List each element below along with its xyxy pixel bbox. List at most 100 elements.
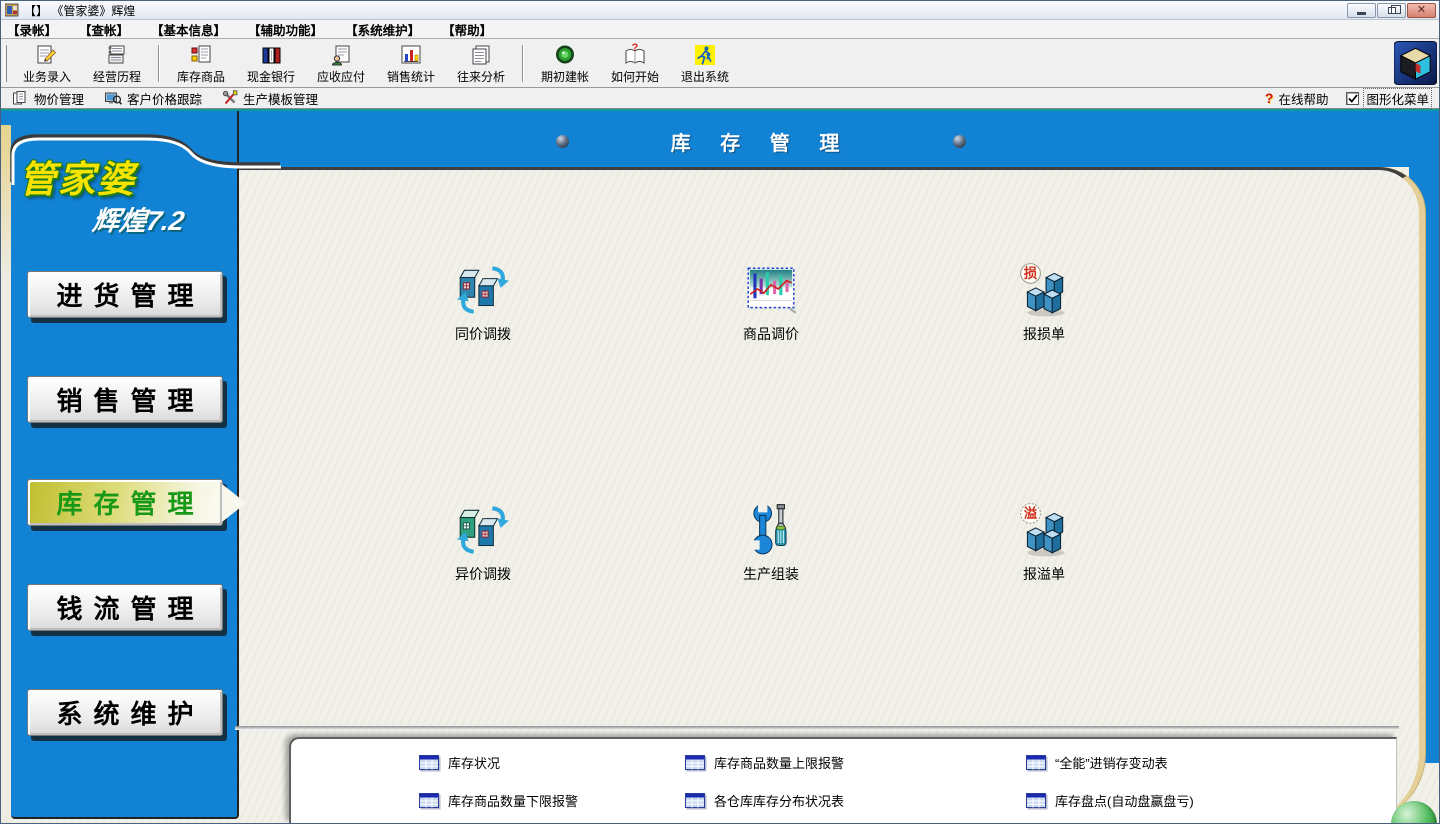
menu-basic-info[interactable]: 【基本信息】 xyxy=(151,20,226,39)
report-lower-limit-alarm[interactable]: 库存商品数量下限报警 xyxy=(419,791,578,810)
sidebar-item-purchase[interactable]: 进货管理 xyxy=(27,271,223,318)
svg-text:溢: 溢 xyxy=(1024,505,1038,521)
minimize-button[interactable] xyxy=(1347,3,1376,18)
shortcut-label: 异价调拨 xyxy=(455,564,511,584)
menu-aux-functions[interactable]: 【辅助功能】 xyxy=(248,20,323,39)
shortcut-label: 同价调拨 xyxy=(455,324,511,344)
sales-chart-icon xyxy=(399,43,423,67)
report-inventory-status[interactable]: 库存状况 xyxy=(419,753,500,772)
toolbar-business-history[interactable]: 经营历程 xyxy=(82,41,152,86)
report-label: 库存商品数量下限报警 xyxy=(448,791,578,810)
table-icon xyxy=(419,755,439,770)
toolbar-cash-bank[interactable]: 现金银行 xyxy=(236,41,306,86)
svg-text:?: ? xyxy=(632,43,639,54)
window-title: 【】 《管家婆》辉煌 xyxy=(24,2,135,19)
menu-system-maintenance[interactable]: 【系统维护】 xyxy=(345,20,420,39)
left-edge-strip xyxy=(1,125,11,823)
tools-icon xyxy=(222,90,238,106)
online-help[interactable]: ? 在线帮助 xyxy=(1265,89,1329,108)
toolbar-label: 期初建帐 xyxy=(541,68,589,85)
report-label: 库存状况 xyxy=(448,753,500,772)
svg-text:损: 损 xyxy=(1024,265,1038,281)
toolbar-label: 物价管理 xyxy=(34,89,84,108)
report-label: 各仓库库存分布状况表 xyxy=(714,791,844,810)
menu-query[interactable]: 【查帐】 xyxy=(79,20,129,39)
exit-runner-icon xyxy=(693,43,717,67)
monitor-magnifier-icon xyxy=(104,90,122,106)
table-icon xyxy=(419,793,439,808)
table-icon xyxy=(1026,793,1046,808)
report-label: 库存盘点(自动盘赢盘亏) xyxy=(1055,791,1194,810)
report-stocktaking[interactable]: 库存盘点(自动盘赢盘亏) xyxy=(1026,791,1194,810)
shortcut-label: 生产组装 xyxy=(743,564,799,584)
toolbar-label: 业务录入 xyxy=(23,68,71,85)
restore-button[interactable] xyxy=(1377,3,1406,18)
cash-bank-icon xyxy=(259,43,283,67)
toolbar-business-entry[interactable]: 业务录入 xyxy=(12,41,82,86)
shortcut-production-assembly[interactable]: 生产组装 xyxy=(696,501,846,584)
table-icon xyxy=(1026,755,1046,770)
toolbar-sales-stats[interactable]: 销售统计 xyxy=(376,41,446,86)
shortcut-same-price-transfer[interactable]: 同价调拨 xyxy=(408,261,558,344)
shortcut-loss-report[interactable]: 损 报损单 xyxy=(969,261,1119,344)
toolbar-how-to-start[interactable]: ? 如何开始 xyxy=(600,41,670,86)
close-button[interactable]: ✕ xyxy=(1407,3,1436,18)
page-title: 库 存 管 理 xyxy=(671,127,852,156)
report-label: “全能”进销存变动表 xyxy=(1055,753,1168,772)
main-area: 库 存 管 理 管家婆 辉煌7.2 进货管理 销售管理 库存管理 钱流管理 系统… xyxy=(1,109,1439,823)
toolbar-separator xyxy=(522,45,524,82)
graphical-menu-toggle[interactable]: 图形化菜单 xyxy=(1346,89,1431,108)
graphical-menu-checkbox[interactable] xyxy=(1346,92,1359,105)
toolbar-label: 生产模板管理 xyxy=(243,89,318,108)
toolbar-production-template[interactable]: 生产模板管理 xyxy=(222,89,318,108)
sidebar-item-system-maintenance[interactable]: 系统维护 xyxy=(27,689,223,736)
analysis-doc-icon xyxy=(469,43,493,67)
report-upper-limit-alarm[interactable]: 库存商品数量上限报警 xyxy=(685,753,844,772)
sphere-bullet-icon xyxy=(556,135,569,148)
sphere-bullet-icon xyxy=(953,135,966,148)
menu-help[interactable]: 【帮助】 xyxy=(442,20,492,39)
inventory-icon xyxy=(189,43,213,67)
page-header: 库 存 管 理 xyxy=(556,127,966,155)
toolbar-customer-price-tracking[interactable]: 客户价格跟踪 xyxy=(104,89,202,108)
toolbar-contacts-analysis[interactable]: 往来分析 xyxy=(446,41,516,86)
report-omnipotent-change-table[interactable]: “全能”进销存变动表 xyxy=(1026,753,1168,772)
sidebar-item-sales[interactable]: 销售管理 xyxy=(27,376,223,423)
toolbar-label: 客户价格跟踪 xyxy=(127,89,202,108)
toolbar-exit-system[interactable]: 退出系统 xyxy=(670,41,740,86)
toolbar-secondary: 物价管理 客户价格跟踪 生产模板管理 ? 在线帮助 xyxy=(1,88,1439,109)
toolbar: 业务录入 经营历程 库存商品 xyxy=(1,39,1439,88)
price-docs-icon xyxy=(12,90,29,106)
brand-version: 辉煌7.2 xyxy=(90,199,187,238)
table-icon xyxy=(685,755,705,770)
online-help-label: 在线帮助 xyxy=(1278,89,1328,108)
check-icon xyxy=(1348,94,1358,103)
assembly-tools-icon xyxy=(742,501,800,559)
app-icon xyxy=(5,3,19,17)
toolbar-label: 退出系统 xyxy=(681,68,729,85)
graphical-menu-label: 图形化菜单 xyxy=(1364,89,1431,108)
menu-record[interactable]: 【录帐】 xyxy=(7,20,57,39)
toolbar-price-management[interactable]: 物价管理 xyxy=(12,89,84,108)
toolbar-label: 应收应付 xyxy=(317,68,365,85)
toolbar-initial-account[interactable]: 期初建帐 xyxy=(530,41,600,86)
toolbar-receivable-payable[interactable]: 应收应付 xyxy=(306,41,376,86)
receivable-icon xyxy=(329,43,353,67)
same-price-transfer-icon xyxy=(454,261,512,319)
toolbar-grip[interactable] xyxy=(4,45,7,82)
loss-note-icon: 损 xyxy=(1015,261,1073,319)
brand-logo xyxy=(1394,41,1437,90)
table-icon xyxy=(685,793,705,808)
toolbar-label: 经营历程 xyxy=(93,68,141,85)
help-book-icon: ? xyxy=(623,43,647,67)
sidebar-item-cashflow[interactable]: 钱流管理 xyxy=(27,584,223,631)
menubar: 【录帐】 【查帐】 【基本信息】 【辅助功能】 【系统维护】 【帮助】 xyxy=(1,20,1439,39)
shortcut-diff-price-transfer[interactable]: 异价调拨 xyxy=(408,501,558,584)
toolbar-inventory-goods[interactable]: 库存商品 xyxy=(166,41,236,86)
target-icon xyxy=(553,43,577,67)
report-label: 库存商品数量上限报警 xyxy=(714,753,844,772)
sidebar-item-inventory[interactable]: 库存管理 xyxy=(27,479,223,526)
shortcut-goods-price-adjust[interactable]: 商品调价 xyxy=(696,261,846,344)
shortcut-overflow-report[interactable]: 溢 报溢单 xyxy=(969,501,1119,584)
report-warehouse-distribution[interactable]: 各仓库库存分布状况表 xyxy=(685,791,844,810)
